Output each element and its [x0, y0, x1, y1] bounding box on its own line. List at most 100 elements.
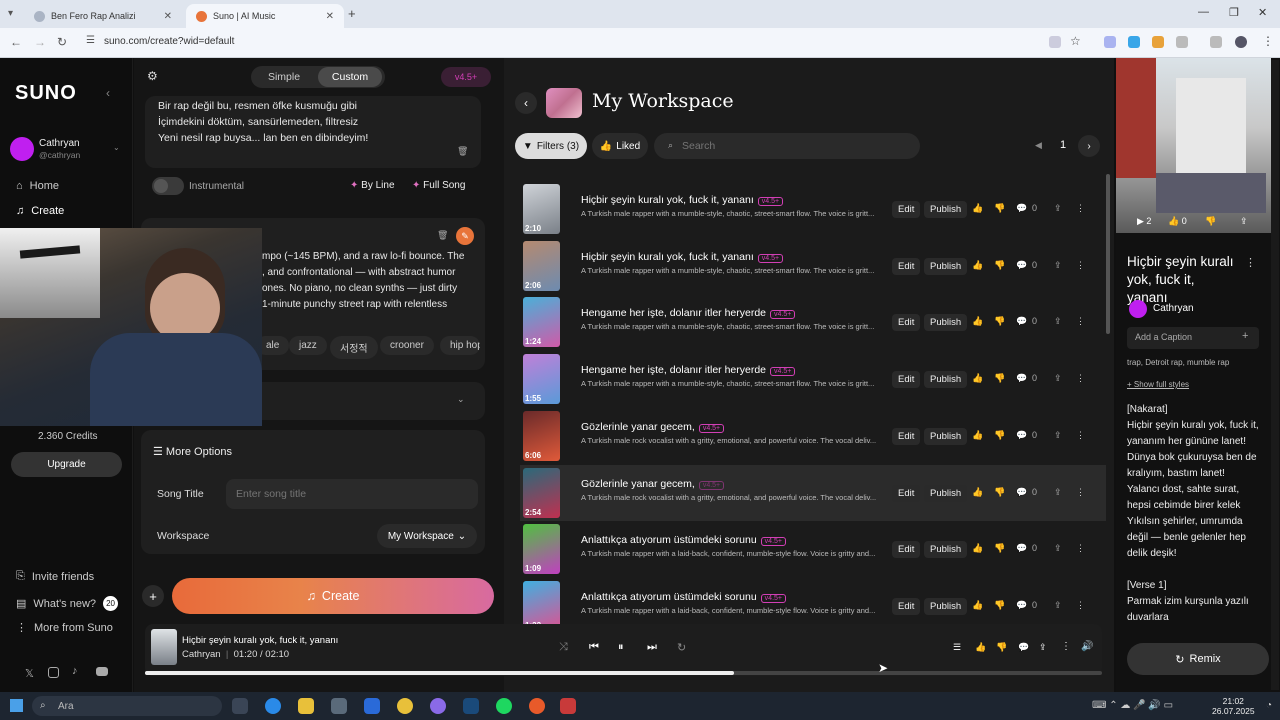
repeat-icon[interactable]: ↻: [677, 641, 686, 654]
prev-page-icon[interactable]: ◀: [1035, 140, 1042, 151]
share-icon[interactable]: ⇪: [1039, 642, 1047, 653]
comment-icon[interactable]: 💬: [1016, 600, 1027, 611]
tab-ben-fero[interactable]: Ben Fero Rap Analizi ✕: [24, 4, 182, 28]
song-row[interactable]: 1:55 Hengame her işte, dolanır itler her…: [520, 351, 1106, 407]
like-count[interactable]: 👍 0: [1168, 216, 1187, 227]
filters-button[interactable]: ▼ Filters (3): [515, 133, 587, 159]
nav-home[interactable]: ⌂ Home: [16, 180, 59, 192]
tab-suno[interactable]: Suno | AI Music ✕: [186, 4, 344, 28]
edit-button[interactable]: Edit: [892, 371, 921, 389]
settings-gear-icon[interactable]: ⚙: [147, 69, 158, 83]
share-icon[interactable]: ⇪: [1240, 216, 1248, 227]
thumbs-up-icon[interactable]: 👍: [972, 316, 983, 327]
extension-icon[interactable]: [1104, 36, 1116, 48]
full-song-button[interactable]: ✦ Full Song: [412, 180, 465, 191]
comment-icon[interactable]: 💬: [1016, 487, 1027, 498]
whats-new-link[interactable]: ▤ What's new? 20: [16, 596, 119, 611]
extensions-puzzle-icon[interactable]: [1176, 36, 1188, 48]
style-tag[interactable]: crooner: [380, 336, 434, 355]
app-icon[interactable]: [560, 698, 576, 714]
maximize-icon[interactable]: ❐: [1229, 6, 1239, 19]
x-social-icon[interactable]: 𝕏: [25, 667, 34, 680]
song-cover[interactable]: 6:06: [523, 410, 560, 461]
add-caption-icon[interactable]: +: [1242, 330, 1248, 342]
instagram-icon[interactable]: [48, 667, 59, 678]
invite-friends-link[interactable]: ⎘ Invite friends: [16, 570, 94, 583]
trash-icon[interactable]: 🗑: [437, 230, 448, 241]
spotify-icon[interactable]: [496, 698, 512, 714]
style-tag[interactable]: jazz: [289, 336, 327, 355]
url-field[interactable]: suno.com/create?wid=default: [104, 36, 234, 47]
share-icon[interactable]: ⇪: [1054, 487, 1062, 498]
scrollbar[interactable]: [1106, 174, 1110, 334]
volume-icon[interactable]: 🔊: [1081, 641, 1093, 652]
more-options-toggle[interactable]: ☰ More Options: [153, 445, 232, 458]
scrollbar[interactable]: [1271, 60, 1279, 690]
bookmark-star-icon[interactable]: ☆: [1070, 34, 1081, 48]
edit-button[interactable]: Edit: [892, 484, 921, 502]
previous-icon[interactable]: ⏮: [589, 641, 599, 654]
more-icon[interactable]: ⋮: [1061, 641, 1071, 652]
song-row[interactable]: 2:54 Gözlerinle yanar gecem, v4.5+ A Turk…: [520, 464, 1106, 521]
more-icon[interactable]: ⋮: [1076, 373, 1085, 384]
publish-button[interactable]: Publish: [924, 427, 968, 445]
back-button[interactable]: ‹: [515, 92, 537, 114]
comment-icon[interactable]: 💬: [1016, 316, 1027, 327]
queue-icon[interactable]: ☰: [953, 642, 961, 653]
thumbs-up-icon[interactable]: 👍: [972, 260, 983, 271]
share-icon[interactable]: ⇪: [1054, 600, 1062, 611]
song-row[interactable]: 1:24 Hengame her işte, dolanır itler her…: [520, 294, 1106, 350]
close-icon[interactable]: ✕: [326, 11, 334, 22]
search-input[interactable]: [682, 137, 912, 155]
next-icon[interactable]: ⏭: [647, 641, 657, 654]
tab-list-icon[interactable]: ▾: [8, 8, 13, 19]
comment-icon[interactable]: 💬: [1016, 430, 1027, 441]
thumbs-down-icon[interactable]: 👎: [996, 642, 1007, 653]
reading-list-icon[interactable]: [1210, 36, 1222, 48]
more-from-suno-link[interactable]: ⋮ More from Suno: [16, 621, 113, 635]
more-icon[interactable]: ⋮: [1076, 543, 1085, 554]
share-icon[interactable]: ⇪: [1054, 316, 1062, 327]
upgrade-button[interactable]: Upgrade: [11, 452, 122, 477]
more-icon[interactable]: ⋮: [1076, 430, 1085, 441]
system-tray-icons[interactable]: ⌨ ⌃ ☁ 🎤 🔊 ▭: [1092, 700, 1173, 711]
edge-icon[interactable]: [265, 698, 281, 714]
task-view-icon[interactable]: [232, 698, 248, 714]
suno-logo[interactable]: SUNO: [15, 82, 77, 105]
mode-custom[interactable]: Custom: [318, 67, 382, 87]
thumbs-down-icon[interactable]: 👎: [994, 600, 1005, 611]
nav-create[interactable]: ♫ Create: [16, 205, 64, 217]
version-select[interactable]: v4.5+: [441, 67, 491, 87]
thumbs-up-icon[interactable]: 👍: [972, 203, 983, 214]
create-button[interactable]: ♫ Create: [172, 578, 494, 614]
more-icon[interactable]: ⋮: [1076, 600, 1085, 611]
artist-avatar[interactable]: [1129, 300, 1147, 318]
publish-button[interactable]: Publish: [924, 314, 968, 332]
edit-button[interactable]: Edit: [892, 427, 921, 445]
song-title[interactable]: Hiçbir şeyin kuralı yok, fuck it, yananı…: [581, 194, 784, 206]
thumbs-up-icon[interactable]: 👍: [972, 430, 983, 441]
share-icon[interactable]: ⇪: [1054, 260, 1062, 271]
mode-simple[interactable]: Simple: [255, 66, 313, 88]
more-options-icon[interactable]: ⋮: [1245, 256, 1256, 269]
file-explorer-icon[interactable]: [298, 698, 314, 714]
next-page-button[interactable]: ›: [1078, 135, 1100, 157]
share-icon[interactable]: ⇪: [1054, 543, 1062, 554]
edit-button[interactable]: Edit: [892, 597, 921, 615]
song-title-input[interactable]: [226, 479, 478, 509]
avatar[interactable]: [10, 137, 34, 161]
song-cover[interactable]: 2:10: [523, 184, 560, 234]
minimize-icon[interactable]: —: [1198, 6, 1209, 18]
magic-wand-icon[interactable]: ✎: [456, 227, 474, 245]
song-title[interactable]: Gözlerinle yanar gecem, v4.5+: [581, 478, 725, 490]
thumbs-down-icon[interactable]: 👎: [994, 373, 1005, 384]
thumbs-down-icon[interactable]: 👎: [994, 203, 1005, 214]
tiktok-icon[interactable]: ♪: [72, 665, 78, 677]
chevron-down-icon[interactable]: ⌄: [457, 394, 465, 405]
steam-icon[interactable]: [463, 698, 479, 714]
reload-icon[interactable]: ↻: [57, 35, 67, 49]
trash-icon[interactable]: 🗑: [457, 146, 468, 157]
share-icon[interactable]: ⇪: [1054, 430, 1062, 441]
collapse-sidebar-icon[interactable]: ‹: [106, 86, 110, 100]
comment-icon[interactable]: 💬: [1016, 543, 1027, 554]
